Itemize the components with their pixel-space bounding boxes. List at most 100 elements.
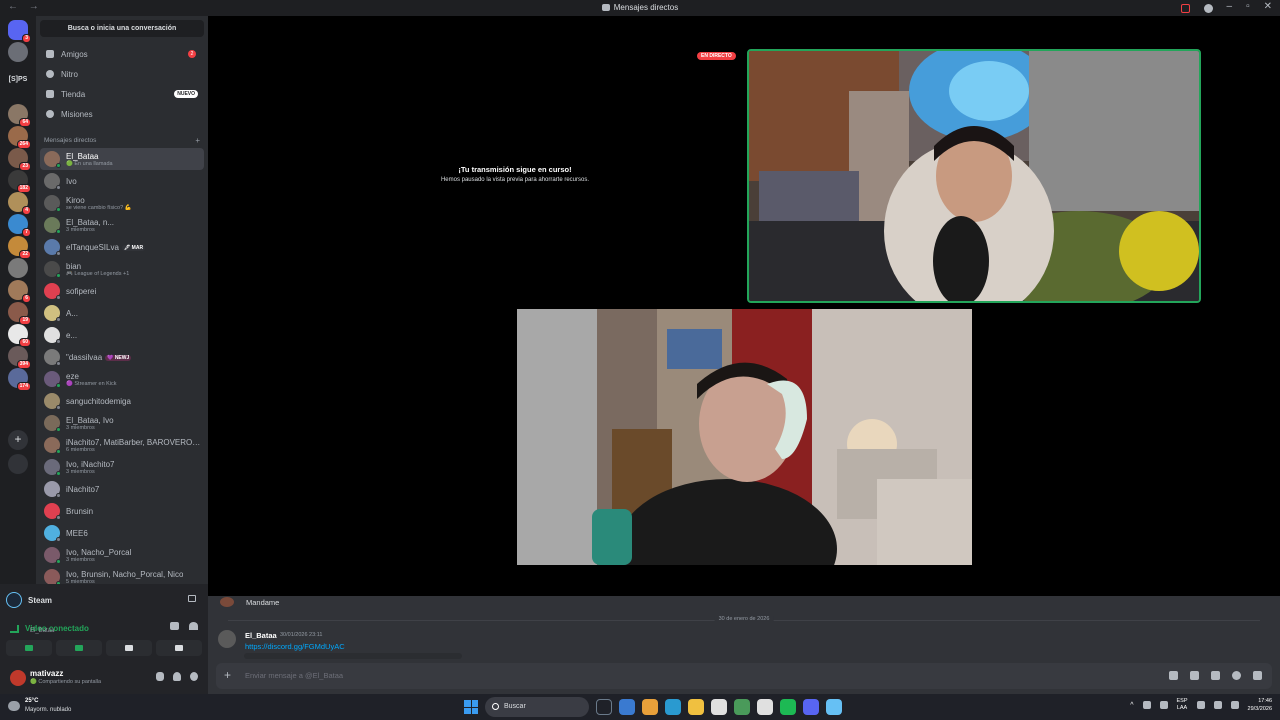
server-icon[interactable]: 174: [8, 368, 31, 391]
dm-item[interactable]: El_Bataa, n... 3 miembros: [40, 214, 204, 236]
nav-quests[interactable]: Misiones: [40, 105, 204, 123]
video-tile-main[interactable]: [747, 49, 1201, 303]
activity-card[interactable]: Steam: [6, 588, 204, 612]
apps-icon[interactable]: [1253, 671, 1262, 680]
taskbar-app-icon[interactable]: [642, 699, 658, 715]
taskbar-app-icon[interactable]: [757, 699, 773, 715]
server-icon[interactable]: 60: [8, 324, 31, 347]
message-author[interactable]: El_Bataa: [245, 631, 277, 640]
help-icon[interactable]: [1203, 4, 1213, 13]
clock[interactable]: 17:46 29/3/2026: [1248, 697, 1272, 713]
dm-item[interactable]: "dassilvaa 💜 NEWJ: [40, 346, 204, 368]
gift-icon[interactable]: [1169, 671, 1178, 680]
dm-item[interactable]: iNachito7: [40, 478, 204, 500]
language-indicator[interactable]: ESP LAA: [1177, 698, 1188, 712]
avatar[interactable]: [218, 630, 236, 648]
disconnect-icon[interactable]: [189, 622, 198, 630]
attach-plus-icon[interactable]: +: [224, 668, 231, 682]
taskbar-app-icon[interactable]: [711, 699, 727, 715]
taskbar-app-icon[interactable]: [619, 699, 635, 715]
discover-icon[interactable]: [8, 454, 28, 474]
minimize-button[interactable]: –: [1227, 1, 1233, 13]
gif-icon[interactable]: [1190, 671, 1199, 680]
screen-share-button[interactable]: [56, 640, 102, 656]
server-icon[interactable]: 22: [8, 236, 31, 259]
start-button[interactable]: [464, 700, 478, 714]
server-icon[interactable]: 264: [8, 126, 31, 149]
dm-item[interactable]: elTanqueSILva 🖊 MAR: [40, 236, 204, 258]
server-icon[interactable]: [8, 42, 28, 62]
nav-shop[interactable]: Tienda NUEVO: [40, 85, 204, 103]
dm-item[interactable]: sanguchitodemiga: [40, 390, 204, 412]
dm-item[interactable]: Ivo, iNachito7 3 miembros: [40, 456, 204, 478]
camera-button[interactable]: [6, 640, 52, 656]
taskbar-app-icon[interactable]: [734, 699, 750, 715]
server-icon[interactable]: 394: [8, 346, 31, 369]
plus-icon: +: [14, 432, 22, 446]
volume-icon[interactable]: [1213, 701, 1222, 709]
server-icon[interactable]: 23: [8, 148, 31, 171]
gear-icon[interactable]: [190, 672, 198, 681]
dm-item[interactable]: Brunsin: [40, 500, 204, 522]
dm-item[interactable]: Kiroo se viene cambio físico? 💪: [40, 192, 204, 214]
wifi-icon[interactable]: [1196, 701, 1205, 709]
battery-icon[interactable]: [1230, 701, 1239, 709]
dm-item[interactable]: El_Bataa, Ivo 3 miembros: [40, 412, 204, 434]
server-label[interactable]: [S]PS: [0, 76, 36, 83]
server-icon[interactable]: 182: [8, 170, 31, 193]
taskbar-app-icon[interactable]: [596, 699, 612, 715]
create-dm-icon[interactable]: +: [195, 136, 200, 145]
updates-icon[interactable]: [1180, 4, 1190, 13]
nav-friends[interactable]: Amigos 2: [40, 45, 204, 63]
server-icon[interactable]: [8, 258, 28, 278]
noise-suppression-icon[interactable]: [170, 622, 179, 630]
dm-item[interactable]: Ivo, Nacho_Porcal 3 miembros: [40, 544, 204, 566]
avatar[interactable]: [220, 597, 234, 607]
server-icon[interactable]: 7: [8, 214, 31, 237]
emoji-icon[interactable]: [1232, 671, 1241, 680]
close-button[interactable]: ✕: [1264, 1, 1272, 13]
taskbar-app-icon[interactable]: [665, 699, 681, 715]
dm-item[interactable]: e...: [40, 324, 204, 346]
invite-embed[interactable]: [244, 653, 462, 659]
server-icon[interactable]: 19: [8, 302, 31, 325]
network-icon[interactable]: [1142, 701, 1151, 709]
nav-nitro[interactable]: Nitro: [40, 65, 204, 83]
dm-item[interactable]: Ivo, Brunsin, Nacho_Porcal, Nico 5 miembr…: [40, 566, 204, 584]
taskbar-search[interactable]: Buscar: [485, 697, 589, 717]
user-panel[interactable]: mativazz 🟢 Compartiendo su pantalla: [6, 666, 202, 690]
maximize-button[interactable]: ▫: [1246, 1, 1250, 13]
sticker-icon[interactable]: [1211, 671, 1220, 680]
chevron-up-icon[interactable]: ^: [1130, 702, 1133, 709]
message-input[interactable]: Enviar mensaje a @El_Bataa: [245, 671, 343, 680]
dm-item[interactable]: El_Bataa 🟢 En una llamada: [40, 148, 204, 170]
taskbar-app-icon[interactable]: [826, 699, 842, 715]
dm-item[interactable]: MEE6: [40, 522, 204, 544]
soundboard-button[interactable]: [156, 640, 202, 656]
discord-home-button[interactable]: 3: [8, 20, 31, 43]
taskbar-app-icon[interactable]: [803, 699, 819, 715]
dm-item[interactable]: iNachito7, MatiBarber, BAROVERO5, ... 6 m…: [40, 434, 204, 456]
activities-button[interactable]: [106, 640, 152, 656]
invite-link[interactable]: https://discord.gg/FGMdUyAC: [245, 642, 345, 651]
onedrive-icon[interactable]: [1159, 701, 1168, 709]
find-conversation-button[interactable]: Busca o inicia una conversación: [40, 20, 204, 37]
taskbar-app-icon[interactable]: [688, 699, 704, 715]
headphones-icon[interactable]: [173, 672, 181, 681]
dm-item[interactable]: sofiperei: [40, 280, 204, 302]
server-icon[interactable]: 6: [8, 280, 31, 303]
avatar[interactable]: [10, 670, 26, 686]
server-icon[interactable]: 64: [8, 104, 31, 127]
mic-icon[interactable]: [156, 672, 164, 681]
video-tile-screen[interactable]: [517, 309, 972, 565]
message-composer[interactable]: + Enviar mensaje a @El_Bataa: [216, 663, 1272, 689]
dm-item[interactable]: A...: [40, 302, 204, 324]
dm-subtitle: se viene cambio físico? 💪: [66, 204, 132, 211]
screen-icon[interactable]: [188, 595, 196, 602]
server-icon[interactable]: 4: [8, 192, 31, 215]
dm-item[interactable]: eze 🟣 Streamer en Kick: [40, 368, 204, 390]
dm-item[interactable]: bian 🎮 League of Legends +1: [40, 258, 204, 280]
voice-connection[interactable]: Video conectado El_Bataa: [10, 618, 89, 636]
taskbar-app-icon[interactable]: [780, 699, 796, 715]
dm-item[interactable]: Ivo: [40, 170, 204, 192]
